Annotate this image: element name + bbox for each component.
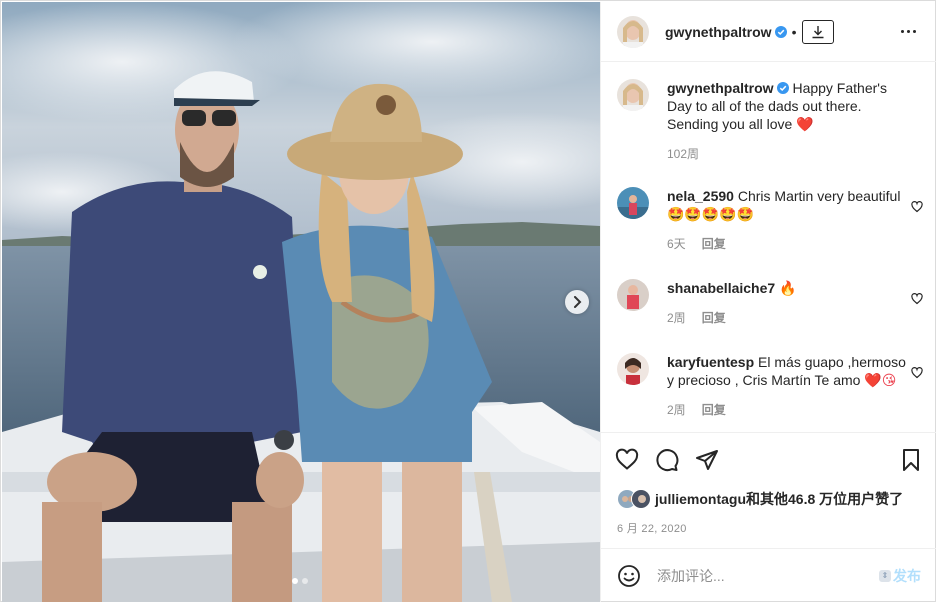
likes-text: julliemontagu和其他46.8 万位用户赞了: [655, 491, 904, 507]
commenter-avatar-image: [617, 187, 649, 219]
carousel-indicator: [292, 578, 308, 584]
verified-badge-icon: [774, 25, 787, 38]
comment-age[interactable]: 6天: [667, 237, 686, 251]
comment-content: karyfuentesp El más guapo ,hermoso y pre…: [667, 353, 907, 389]
comments-list[interactable]: gwynethpaltrow Happy Father's Day to all…: [601, 63, 936, 431]
caption-avatar-image: [617, 79, 649, 111]
like-comment-heart-icon[interactable]: [911, 367, 923, 379]
post-modal: gwynethpaltrow • gwynethpaltrow Happy Fa…: [0, 0, 936, 602]
comment-meta: 6天 回复: [667, 237, 907, 251]
comment-content: nela_2590 Chris Martin very beautiful 🤩🤩…: [667, 187, 907, 223]
post-side-panel: gwynethpaltrow • gwynethpaltrow Happy Fa…: [600, 2, 936, 602]
verified-badge-icon: [776, 82, 789, 94]
comment-age[interactable]: 2周: [667, 403, 686, 417]
share-paper-plane-icon[interactable]: [695, 448, 719, 472]
comment-content: shanabellaiche7 🔥: [667, 279, 907, 297]
more-dots-icon: [900, 30, 904, 33]
like-heart-icon[interactable]: [615, 448, 639, 472]
post-comment-label: 发布: [893, 567, 921, 584]
comment-body: shanabellaiche7 🔥 2周 回复: [667, 279, 907, 325]
more-options-button[interactable]: [896, 30, 920, 33]
carousel-dot: [302, 578, 308, 584]
emoji-smiley-icon[interactable]: [617, 564, 641, 588]
commenter-avatar[interactable]: [617, 353, 649, 385]
post-header: gwynethpaltrow •: [601, 2, 936, 62]
comment-item: shanabellaiche7 🔥 2周 回复: [617, 279, 923, 325]
reply-button[interactable]: 回复: [702, 311, 726, 325]
like-comment-heart-icon[interactable]: [911, 293, 923, 305]
likes-summary[interactable]: julliemontagu和其他46.8 万位用户赞了: [617, 489, 903, 509]
caption: gwynethpaltrow Happy Father's Day to all…: [617, 79, 923, 161]
add-comment-bar: 添加评论... ⇕ 发布: [601, 548, 936, 602]
comment-username[interactable]: karyfuentesp: [667, 354, 754, 370]
comment-meta: 2周 回复: [667, 311, 907, 325]
comment-emoji: 🔥: [779, 280, 797, 296]
more-dot: [912, 30, 916, 33]
comment-bubble-icon[interactable]: [655, 448, 679, 472]
more-dot: [906, 30, 910, 33]
carousel-next-button[interactable]: [565, 290, 589, 314]
like-comment-heart-icon[interactable]: [911, 201, 923, 213]
comment-body: karyfuentesp El más guapo ,hermoso y pre…: [667, 353, 907, 417]
reply-button[interactable]: 回复: [702, 403, 726, 417]
commenter-avatar-image: [617, 353, 649, 385]
comment-emoji: ❤️😘: [864, 372, 897, 388]
separator-dot: •: [791, 23, 797, 40]
post-comment-button[interactable]: ⇕ 发布: [879, 566, 921, 586]
comment-body: nela_2590 Chris Martin very beautiful 🤩🤩…: [667, 187, 907, 251]
author-avatar-image: [617, 15, 649, 48]
comment-input[interactable]: 添加评论...: [657, 566, 879, 586]
comment-meta: 2周 回复: [667, 403, 907, 417]
comment-age[interactable]: 2周: [667, 311, 686, 325]
liker-avatar-image: [632, 490, 650, 508]
post-actions: julliemontagu和其他46.8 万位用户赞了 6 月 22, 2020: [601, 432, 936, 535]
commenter-avatar[interactable]: [617, 187, 649, 219]
reply-button[interactable]: 回复: [702, 237, 726, 251]
commenter-avatar-image: [617, 279, 649, 311]
download-icon: [812, 25, 824, 38]
caption-body: gwynethpaltrow Happy Father's Day to all…: [667, 79, 907, 161]
post-photo[interactable]: [2, 2, 600, 602]
carousel-dot-active: [292, 578, 298, 584]
photo-illustration: [2, 2, 600, 602]
caption-emoji: ❤️: [796, 116, 814, 132]
comment-text: Chris Martin very beautiful: [737, 188, 901, 204]
comment-item: karyfuentesp El más guapo ,hermoso y pre…: [617, 353, 923, 417]
author-avatar[interactable]: [617, 15, 649, 48]
download-button[interactable]: [802, 19, 835, 44]
grip-handle-icon: ⇕: [879, 569, 891, 582]
comment-username[interactable]: shanabellaiche7: [667, 280, 775, 296]
liker-avatar: [631, 489, 651, 509]
author-username[interactable]: gwynethpaltrow: [665, 24, 772, 40]
post-date[interactable]: 6 月 22, 2020: [617, 520, 687, 536]
action-icons-row: [601, 433, 936, 487]
caption-author-avatar[interactable]: [617, 79, 649, 111]
commenter-avatar[interactable]: [617, 279, 649, 311]
comment-emoji: 🤩🤩🤩🤩🤩: [667, 206, 755, 222]
comment-item: nela_2590 Chris Martin very beautiful 🤩🤩…: [617, 187, 923, 251]
comment-username[interactable]: nela_2590: [667, 188, 734, 204]
save-bookmark-icon[interactable]: [899, 448, 923, 472]
caption-username[interactable]: gwynethpaltrow: [667, 80, 774, 96]
chevron-right-icon: [574, 296, 582, 308]
caption-content: gwynethpaltrow Happy Father's Day to all…: [667, 79, 907, 133]
caption-age[interactable]: 102周: [667, 147, 699, 161]
caption-meta: 102周: [667, 147, 907, 161]
